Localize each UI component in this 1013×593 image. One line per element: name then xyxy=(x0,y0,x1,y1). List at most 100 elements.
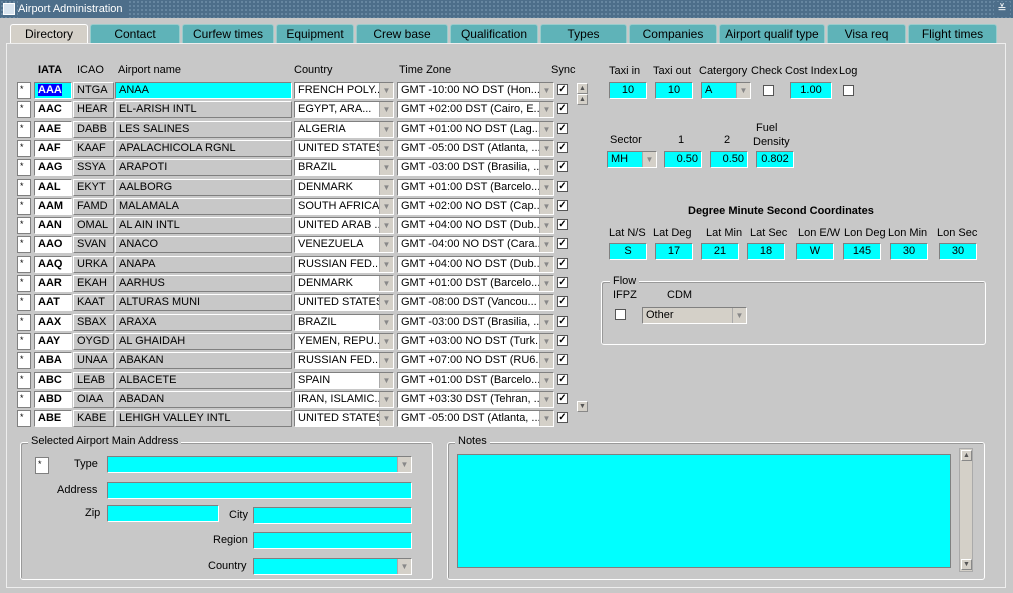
time-zone-select[interactable]: GMT +03:30 DST (Tehran, ... ▼ xyxy=(397,391,554,408)
coord-field-7[interactable]: 30 xyxy=(939,243,977,260)
check-checkbox[interactable] xyxy=(763,85,774,96)
coord-field-1[interactable]: 17 xyxy=(655,243,693,260)
city-field[interactable] xyxy=(253,507,412,524)
tab-flight-times[interactable]: Flight times xyxy=(908,24,997,43)
iata-cell[interactable]: AAY xyxy=(34,333,72,350)
time-zone-select[interactable]: GMT -03:00 DST (Brasilia, ... ▼ xyxy=(397,314,554,331)
notes-scrollbar[interactable]: ▲ ▼ xyxy=(959,448,973,572)
tab-curfew-times[interactable]: Curfew times xyxy=(182,24,274,43)
notes-scroll-up-icon[interactable]: ▲ xyxy=(961,450,972,461)
tab-directory[interactable]: Directory xyxy=(10,24,88,44)
row-marker[interactable]: * xyxy=(17,179,31,196)
zip-field[interactable] xyxy=(107,505,219,522)
grid-scroll-down-icon[interactable]: ▼ xyxy=(577,401,588,412)
sync-checkbox[interactable]: ✓ xyxy=(557,258,568,269)
time-zone-select[interactable]: GMT -10:00 NO DST (Hon... ▼ xyxy=(397,82,554,99)
iata-cell[interactable]: AAA xyxy=(34,82,72,99)
iata-cell[interactable]: AAX xyxy=(34,314,72,331)
country-select[interactable]: UNITED ARAB ... ▼ xyxy=(294,217,394,234)
sync-checkbox[interactable]: ✓ xyxy=(557,412,568,423)
time-zone-select[interactable]: GMT +01:00 DST (Barcelo... ▼ xyxy=(397,275,554,292)
log-checkbox[interactable] xyxy=(843,85,854,96)
coord-field-5[interactable]: 145 xyxy=(843,243,881,260)
sync-checkbox[interactable]: ✓ xyxy=(557,84,568,95)
sync-checkbox[interactable]: ✓ xyxy=(557,123,568,134)
sync-checkbox[interactable]: ✓ xyxy=(557,374,568,385)
time-zone-select[interactable]: GMT +01:00 DST (Barcelo... ▼ xyxy=(397,372,554,389)
time-zone-select[interactable]: GMT +04:00 NO DST (Dub... ▼ xyxy=(397,256,554,273)
row-marker[interactable]: * xyxy=(17,391,31,408)
sync-checkbox[interactable]: ✓ xyxy=(557,161,568,172)
country-select[interactable]: SOUTH AFRICA ▼ xyxy=(294,198,394,215)
coord-field-0[interactable]: S xyxy=(609,243,647,260)
country-select[interactable]: BRAZIL ▼ xyxy=(294,159,394,176)
country-select[interactable]: FRENCH POLY... ▼ xyxy=(294,82,394,99)
row-marker[interactable]: * xyxy=(17,410,31,427)
tab-visa-req[interactable]: Visa req xyxy=(827,24,906,43)
tab-types[interactable]: Types xyxy=(540,24,627,43)
grid-scroll-up2-icon[interactable]: ▲ xyxy=(577,94,588,105)
row-marker[interactable]: * xyxy=(17,352,31,369)
category-select[interactable]: A ▼ xyxy=(701,82,751,99)
taxi-out-field[interactable]: 10 xyxy=(655,82,693,99)
country-select[interactable]: YEMEN, REPU... ▼ xyxy=(294,333,394,350)
iata-cell[interactable]: ABE xyxy=(34,410,72,427)
country-select[interactable]: ALGERIA ▼ xyxy=(294,121,394,138)
sync-checkbox[interactable]: ✓ xyxy=(557,103,568,114)
iata-cell[interactable]: AAO xyxy=(34,236,72,253)
window-control-button[interactable]: ≚ xyxy=(994,2,1010,16)
iata-cell[interactable]: AAC xyxy=(34,101,72,118)
iata-cell[interactable]: AAQ xyxy=(34,256,72,273)
country-select[interactable]: BRAZIL ▼ xyxy=(294,314,394,331)
time-zone-select[interactable]: GMT +03:00 NO DST (Turk... ▼ xyxy=(397,333,554,350)
sync-checkbox[interactable]: ✓ xyxy=(557,219,568,230)
row-marker[interactable]: * xyxy=(17,82,31,99)
notes-textarea[interactable] xyxy=(457,454,951,568)
country-select[interactable]: VENEZUELA ▼ xyxy=(294,236,394,253)
address-field[interactable] xyxy=(107,482,412,499)
cost-index-field[interactable]: 1.00 xyxy=(790,82,832,99)
taxi-in-field[interactable]: 10 xyxy=(609,82,647,99)
coord-field-2[interactable]: 21 xyxy=(701,243,739,260)
iata-cell[interactable]: ABC xyxy=(34,372,72,389)
sector-select[interactable]: MH ▼ xyxy=(607,151,657,168)
country-select[interactable]: DENMARK ▼ xyxy=(294,275,394,292)
sector-1-field[interactable]: 0.50 xyxy=(664,151,702,168)
time-zone-select[interactable]: GMT +02:00 NO DST (Cap... ▼ xyxy=(397,198,554,215)
sector-2-field[interactable]: 0.50 xyxy=(710,151,748,168)
country-select[interactable]: EGYPT, ARA... ▼ xyxy=(294,101,394,118)
time-zone-select[interactable]: GMT -08:00 DST (Vancou... ▼ xyxy=(397,294,554,311)
grid-scroll-up-icon[interactable]: ▲ xyxy=(577,83,588,94)
tab-companies[interactable]: Companies xyxy=(629,24,717,43)
sync-checkbox[interactable]: ✓ xyxy=(557,335,568,346)
iata-cell[interactable]: AAR xyxy=(34,275,72,292)
sync-checkbox[interactable]: ✓ xyxy=(557,393,568,404)
country-select[interactable]: SPAIN ▼ xyxy=(294,372,394,389)
sync-checkbox[interactable]: ✓ xyxy=(557,354,568,365)
time-zone-select[interactable]: GMT +04:00 NO DST (Dub... ▼ xyxy=(397,217,554,234)
row-marker[interactable]: * xyxy=(17,101,31,118)
time-zone-select[interactable]: GMT +02:00 DST (Cairo, E... ▼ xyxy=(397,101,554,118)
row-marker[interactable]: * xyxy=(17,121,31,138)
tab-airport-qualif-type[interactable]: Airport qualif type xyxy=(719,24,825,43)
row-marker[interactable]: * xyxy=(17,140,31,157)
row-marker[interactable]: * xyxy=(17,198,31,215)
coord-field-6[interactable]: 30 xyxy=(890,243,928,260)
row-marker[interactable]: * xyxy=(17,236,31,253)
airport-name-cell[interactable]: ANAA xyxy=(115,82,292,99)
sync-checkbox[interactable]: ✓ xyxy=(557,277,568,288)
notes-scroll-down-icon[interactable]: ▼ xyxy=(961,559,972,570)
time-zone-select[interactable]: GMT -05:00 DST (Atlanta, ... ▼ xyxy=(397,410,554,427)
address-type-select[interactable]: ▼ xyxy=(107,456,412,473)
row-marker[interactable]: * xyxy=(17,314,31,331)
row-marker[interactable]: * xyxy=(17,294,31,311)
country-select[interactable]: UNITED STATES ▼ xyxy=(294,294,394,311)
iata-cell[interactable]: ABA xyxy=(34,352,72,369)
time-zone-select[interactable]: GMT +01:00 DST (Barcelo... ▼ xyxy=(397,179,554,196)
row-marker[interactable]: * xyxy=(17,275,31,292)
iata-cell[interactable]: AAN xyxy=(34,217,72,234)
time-zone-select[interactable]: GMT +07:00 NO DST (RU6... ▼ xyxy=(397,352,554,369)
sync-checkbox[interactable]: ✓ xyxy=(557,200,568,211)
sync-checkbox[interactable]: ✓ xyxy=(557,316,568,327)
row-marker[interactable]: * xyxy=(17,217,31,234)
